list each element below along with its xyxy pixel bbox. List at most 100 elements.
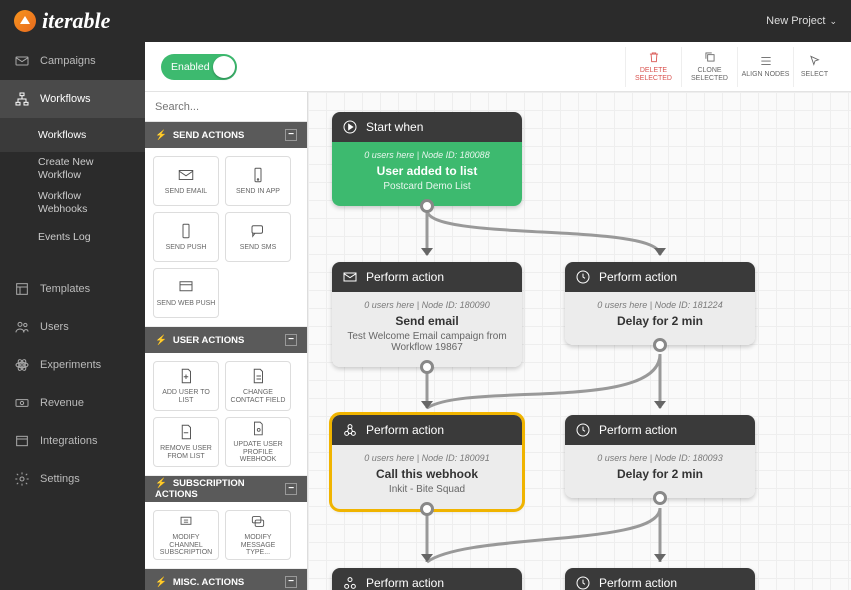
sidebar-label: Settings xyxy=(40,473,80,485)
sidebar-item-templates[interactable]: Templates xyxy=(0,270,145,308)
tile-send-sms[interactable]: SEND SMS xyxy=(225,212,291,262)
templates-icon xyxy=(14,281,30,297)
sidebar-item-settings[interactable]: Settings xyxy=(0,460,145,498)
node-bottom-1[interactable]: Perform action xyxy=(332,568,522,590)
sidebar-sub-create[interactable]: Create New Workflow xyxy=(0,152,145,186)
search-input[interactable] xyxy=(155,101,297,113)
arrow-icon xyxy=(421,401,433,409)
tile-modify-channel[interactable]: MODIFY CHANNEL SUBSCRIPTION xyxy=(153,510,219,560)
sidebar-item-integrations[interactable]: Integrations xyxy=(0,422,145,460)
copy-icon xyxy=(703,50,717,64)
arrow-icon xyxy=(421,554,433,562)
delete-selected-button[interactable]: DELETE SELECTED xyxy=(625,47,681,87)
arrow-icon xyxy=(654,248,666,256)
clone-selected-button[interactable]: CLONE SELECTED xyxy=(681,47,737,87)
port-out[interactable] xyxy=(653,338,667,352)
sidebar-label: Templates xyxy=(40,283,90,295)
tile-change-contact[interactable]: CHANGE CONTACT FIELD xyxy=(225,361,291,411)
section-user-actions[interactable]: ⚡USER ACTIONS − xyxy=(145,327,307,353)
clock-icon xyxy=(575,269,591,285)
sidebar-label: Users xyxy=(40,321,69,333)
action-palette: ⚡SEND ACTIONS − SEND EMAIL SEND IN APP S… xyxy=(145,92,308,590)
envelope-icon xyxy=(342,269,358,285)
window-icon xyxy=(14,433,30,449)
toggle-knob xyxy=(213,56,235,78)
port-out[interactable] xyxy=(420,199,434,213)
section-subscription-actions[interactable]: ⚡SUBSCRIPTION ACTIONS − xyxy=(145,476,307,502)
play-icon xyxy=(342,119,358,135)
node-send-email[interactable]: Perform action 0 users here | Node ID: 1… xyxy=(332,262,522,367)
tile-remove-user[interactable]: REMOVE USER FROM LIST xyxy=(153,417,219,467)
sidebar-item-campaigns[interactable]: Campaigns xyxy=(0,42,145,80)
trash-icon xyxy=(647,50,661,64)
gear-icon xyxy=(14,471,30,487)
node-bottom-2[interactable]: Perform action xyxy=(565,568,755,590)
top-bar: iterable New Project ⌄ xyxy=(0,0,851,42)
sidebar-label: Revenue xyxy=(40,397,84,409)
tile-modify-msgtype[interactable]: MODIFY MESSAGE TYPE... xyxy=(225,510,291,560)
sidebar: Campaigns Workflows Workflows Create New… xyxy=(0,42,145,590)
sidebar-item-users[interactable]: Users xyxy=(0,308,145,346)
collapse-icon[interactable]: − xyxy=(285,334,297,346)
send-actions-tiles: SEND EMAIL SEND IN APP SEND PUSH SEND SM… xyxy=(145,148,307,327)
tile-send-email[interactable]: SEND EMAIL xyxy=(153,156,219,206)
node-delay-2[interactable]: Perform action 0 users here | Node ID: 1… xyxy=(565,415,755,498)
cursor-icon xyxy=(808,54,822,68)
workflow-icon xyxy=(14,91,30,107)
workflow-canvas[interactable]: Start when 0 users here | Node ID: 18008… xyxy=(308,92,851,590)
align-nodes-button[interactable]: ALIGN NODES xyxy=(737,47,793,87)
sidebar-item-experiments[interactable]: Experiments xyxy=(0,346,145,384)
collapse-icon[interactable]: − xyxy=(285,483,297,495)
bolt-icon: ⚡ xyxy=(155,335,167,346)
section-send-actions[interactable]: ⚡SEND ACTIONS − xyxy=(145,122,307,148)
project-dropdown[interactable]: New Project ⌄ xyxy=(766,15,837,27)
node-webhook[interactable]: Perform action 0 users here | Node ID: 1… xyxy=(332,415,522,509)
select-button[interactable]: SELECT xyxy=(793,47,835,87)
envelope-icon xyxy=(14,53,30,69)
toolbar-actions: DELETE SELECTED CLONE SELECTED ALIGN NOD… xyxy=(625,47,835,87)
clock-icon xyxy=(575,422,591,438)
sidebar-sub-webhooks[interactable]: Workflow Webhooks xyxy=(0,186,145,220)
node-header: Start when xyxy=(332,112,522,142)
tile-add-user[interactable]: ADD USER TO LIST xyxy=(153,361,219,411)
section-misc-actions[interactable]: ⚡MISC. ACTIONS − xyxy=(145,569,307,590)
align-icon xyxy=(759,54,773,68)
project-name: New Project xyxy=(766,15,825,27)
sidebar-item-workflows[interactable]: Workflows xyxy=(0,80,145,118)
port-out[interactable] xyxy=(420,360,434,374)
webhook-icon xyxy=(342,575,358,590)
palette-search xyxy=(145,92,307,122)
brand-name: iterable xyxy=(42,8,110,34)
sidebar-label: Campaigns xyxy=(40,55,96,67)
node-delay-1[interactable]: Perform action 0 users here | Node ID: 1… xyxy=(565,262,755,345)
port-out[interactable] xyxy=(420,502,434,516)
collapse-icon[interactable]: − xyxy=(285,129,297,141)
user-actions-tiles: ADD USER TO LIST CHANGE CONTACT FIELD RE… xyxy=(145,353,307,476)
bolt-icon: ⚡ xyxy=(155,577,167,588)
brand-logo: iterable xyxy=(14,8,110,34)
port-out[interactable] xyxy=(653,491,667,505)
chevron-down-icon: ⌄ xyxy=(829,16,837,27)
webhook-icon xyxy=(342,422,358,438)
workflow-toolbar: Enabled DELETE SELECTED CLONE SELECTED A… xyxy=(145,42,851,92)
node-start[interactable]: Start when 0 users here | Node ID: 18008… xyxy=(332,112,522,206)
arrow-icon xyxy=(654,554,666,562)
sidebar-sub-workflows[interactable]: Workflows xyxy=(0,118,145,152)
tile-send-in-app[interactable]: SEND IN APP xyxy=(225,156,291,206)
bolt-icon: ⚡ xyxy=(155,478,167,489)
users-icon xyxy=(14,319,30,335)
enabled-toggle[interactable]: Enabled xyxy=(161,54,237,80)
sidebar-label: Integrations xyxy=(40,435,97,447)
sidebar-label: Experiments xyxy=(40,359,101,371)
bolt-icon: ⚡ xyxy=(155,130,167,141)
sidebar-item-revenue[interactable]: Revenue xyxy=(0,384,145,422)
sidebar-sub-eventslog[interactable]: Events Log xyxy=(0,220,145,254)
money-icon xyxy=(14,395,30,411)
tile-update-profile[interactable]: UPDATE USER PROFILE WEBHOOK xyxy=(225,417,291,467)
tile-send-push[interactable]: SEND PUSH xyxy=(153,212,219,262)
collapse-icon[interactable]: − xyxy=(285,576,297,588)
logo-icon xyxy=(14,10,36,32)
tile-send-web-push[interactable]: SEND WEB PUSH xyxy=(153,268,219,318)
sidebar-label: Workflows xyxy=(40,93,91,105)
arrow-icon xyxy=(654,401,666,409)
